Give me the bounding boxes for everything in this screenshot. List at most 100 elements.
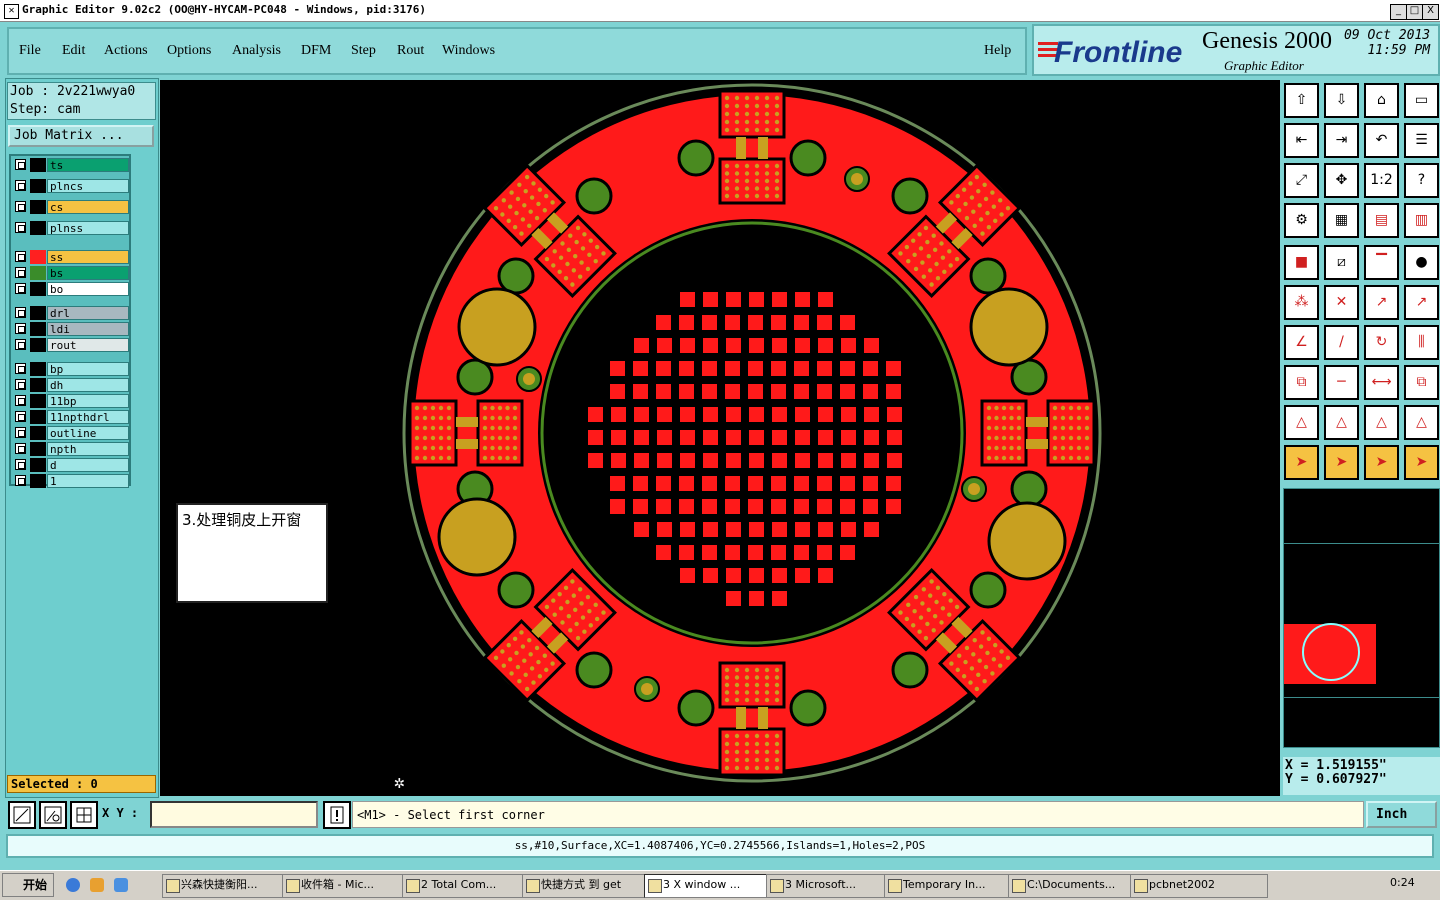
layer-row[interactable]: bs <box>13 266 129 280</box>
job-matrix-button[interactable]: Job Matrix ... <box>8 125 154 147</box>
arc-icon[interactable]: ↻ <box>1364 325 1399 360</box>
layer-row[interactable]: plncs <box>13 179 129 193</box>
fit-icon[interactable]: ⤢ <box>1284 163 1319 198</box>
layer-color-swatch[interactable] <box>30 362 46 376</box>
menu-edit[interactable]: Edit <box>62 43 85 59</box>
layer-color-swatch[interactable] <box>30 266 46 280</box>
redraw-icon[interactable]: ☰ <box>1404 123 1439 158</box>
group-icon[interactable]: ⧉ <box>1404 365 1439 400</box>
home-icon[interactable]: ⌂ <box>1364 83 1399 118</box>
taskbar-item[interactable]: Temporary In... <box>884 874 1023 898</box>
layer-row[interactable]: cs <box>13 200 129 214</box>
layer-red-icon[interactable]: ▤ <box>1364 203 1399 238</box>
grid-icon[interactable] <box>70 801 98 829</box>
zoom-next-icon[interactable]: ⇥ <box>1324 123 1359 158</box>
triangle-red-icon[interactable]: △ <box>1284 405 1319 440</box>
layer-name[interactable]: plncs <box>47 179 129 193</box>
layer-name[interactable]: d <box>47 458 129 472</box>
layer-name[interactable]: npth <box>47 442 129 456</box>
layer-name[interactable]: ts <box>47 158 129 172</box>
start-button[interactable]: 开始 <box>2 873 54 897</box>
clip-icon[interactable]: ⧄ <box>1324 245 1359 280</box>
close-button[interactable]: X <box>1422 4 1439 20</box>
pcb-drawing[interactable] <box>160 80 1280 796</box>
layer-name[interactable]: ss <box>47 250 129 264</box>
layer-name[interactable]: drl <box>47 306 129 320</box>
taskbar-item[interactable]: pcbnet2002 <box>1130 874 1268 898</box>
dimension-icon[interactable]: ⟷ <box>1364 365 1399 400</box>
layer-name[interactable]: ldi <box>47 322 129 336</box>
line-icon[interactable]: ↗ <box>1364 285 1399 320</box>
layer-dual-icon[interactable]: ▥ <box>1404 203 1439 238</box>
layer-name[interactable]: bp <box>47 362 129 376</box>
triangle-outline-icon[interactable]: △ <box>1404 405 1439 440</box>
taskbar-item[interactable]: C:\Documents... <box>1008 874 1145 898</box>
layer-checkbox[interactable] <box>15 222 26 233</box>
select-rotate-icon[interactable]: ➤ <box>1364 445 1399 480</box>
menu-analysis[interactable]: Analysis <box>232 43 281 59</box>
undo-icon[interactable]: ↶ <box>1364 123 1399 158</box>
layer-checkbox[interactable] <box>15 411 26 422</box>
layer-row[interactable]: drl <box>13 306 129 320</box>
layer-color-swatch[interactable] <box>30 179 46 193</box>
measure-icon[interactable] <box>39 801 67 829</box>
layer-color-swatch[interactable] <box>30 410 46 424</box>
slash-icon[interactable]: / <box>1324 325 1359 360</box>
layer-name[interactable]: bo <box>47 282 129 296</box>
taskbar-item[interactable]: 2 Total Com... <box>402 874 537 898</box>
save-icon[interactable]: ⇩ <box>1324 83 1359 118</box>
layer-checkbox[interactable] <box>15 159 26 170</box>
layer-checkbox[interactable] <box>15 459 26 470</box>
layer-color-swatch[interactable] <box>30 306 46 320</box>
layer-row[interactable]: ts <box>13 158 129 172</box>
layer-row[interactable]: bp <box>13 362 129 376</box>
layer-checkbox[interactable] <box>15 180 26 191</box>
layer-checkbox[interactable] <box>15 427 26 438</box>
layer-checkbox[interactable] <box>15 201 26 212</box>
layer-color-swatch[interactable] <box>30 250 46 264</box>
layer-row[interactable]: plnss <box>13 221 129 235</box>
layer-color-swatch[interactable] <box>30 158 46 172</box>
layer-color-swatch[interactable] <box>30 394 46 408</box>
layer-row[interactable]: ss <box>13 250 129 264</box>
layer-row[interactable]: 11npthdrl <box>13 410 129 424</box>
mini-map[interactable] <box>1283 488 1440 748</box>
layer-name[interactable]: bs <box>47 266 129 280</box>
horizontal-icon[interactable]: ─ <box>1324 365 1359 400</box>
layer-color-swatch[interactable] <box>30 474 46 488</box>
units-selector[interactable]: Inch <box>1366 801 1437 828</box>
layer-color-swatch[interactable] <box>30 322 46 336</box>
ie-icon[interactable] <box>66 878 80 892</box>
select-route-icon[interactable]: ➤ <box>1404 445 1439 480</box>
triangle-blue-icon[interactable]: △ <box>1324 405 1359 440</box>
layer-row[interactable]: rout <box>13 338 129 352</box>
layer-checkbox[interactable] <box>15 251 26 262</box>
layer-color-swatch[interactable] <box>30 426 46 440</box>
layer-row[interactable]: 1 <box>13 474 129 488</box>
layer-row[interactable]: outline <box>13 426 129 440</box>
layer-name[interactable]: 11bp <box>47 394 129 408</box>
ruler-icon[interactable]: ▔ <box>1364 245 1399 280</box>
maximize-button[interactable]: □ <box>1406 4 1423 20</box>
layer-name[interactable]: rout <box>47 338 129 352</box>
layer-row[interactable]: d <box>13 458 129 472</box>
grid-toggle-icon[interactable]: ▦ <box>1324 203 1359 238</box>
layer-row[interactable]: bo <box>13 282 129 296</box>
taskbar-item[interactable]: 收件箱 - Mic... <box>282 874 417 898</box>
select-arrow-icon[interactable]: ➤ <box>1284 445 1319 480</box>
layer-checkbox[interactable] <box>15 339 26 350</box>
layer-checkbox[interactable] <box>15 267 26 278</box>
layer-checkbox[interactable] <box>15 307 26 318</box>
menu-actions[interactable]: Actions <box>104 43 148 59</box>
triangle-dual-icon[interactable]: △ <box>1364 405 1399 440</box>
layer-name[interactable]: dh <box>47 378 129 392</box>
layer-name[interactable]: cs <box>47 200 129 214</box>
layer-color-swatch[interactable] <box>30 338 46 352</box>
node-icon[interactable]: ⧉ <box>1284 365 1319 400</box>
layer-row[interactable]: dh <box>13 378 129 392</box>
layer-color-swatch[interactable] <box>30 458 46 472</box>
xy-input[interactable] <box>150 801 318 828</box>
layer-checkbox[interactable] <box>15 379 26 390</box>
taskbar-item[interactable]: 3 Microsoft... <box>766 874 899 898</box>
dot-icon[interactable]: ● <box>1404 245 1439 280</box>
